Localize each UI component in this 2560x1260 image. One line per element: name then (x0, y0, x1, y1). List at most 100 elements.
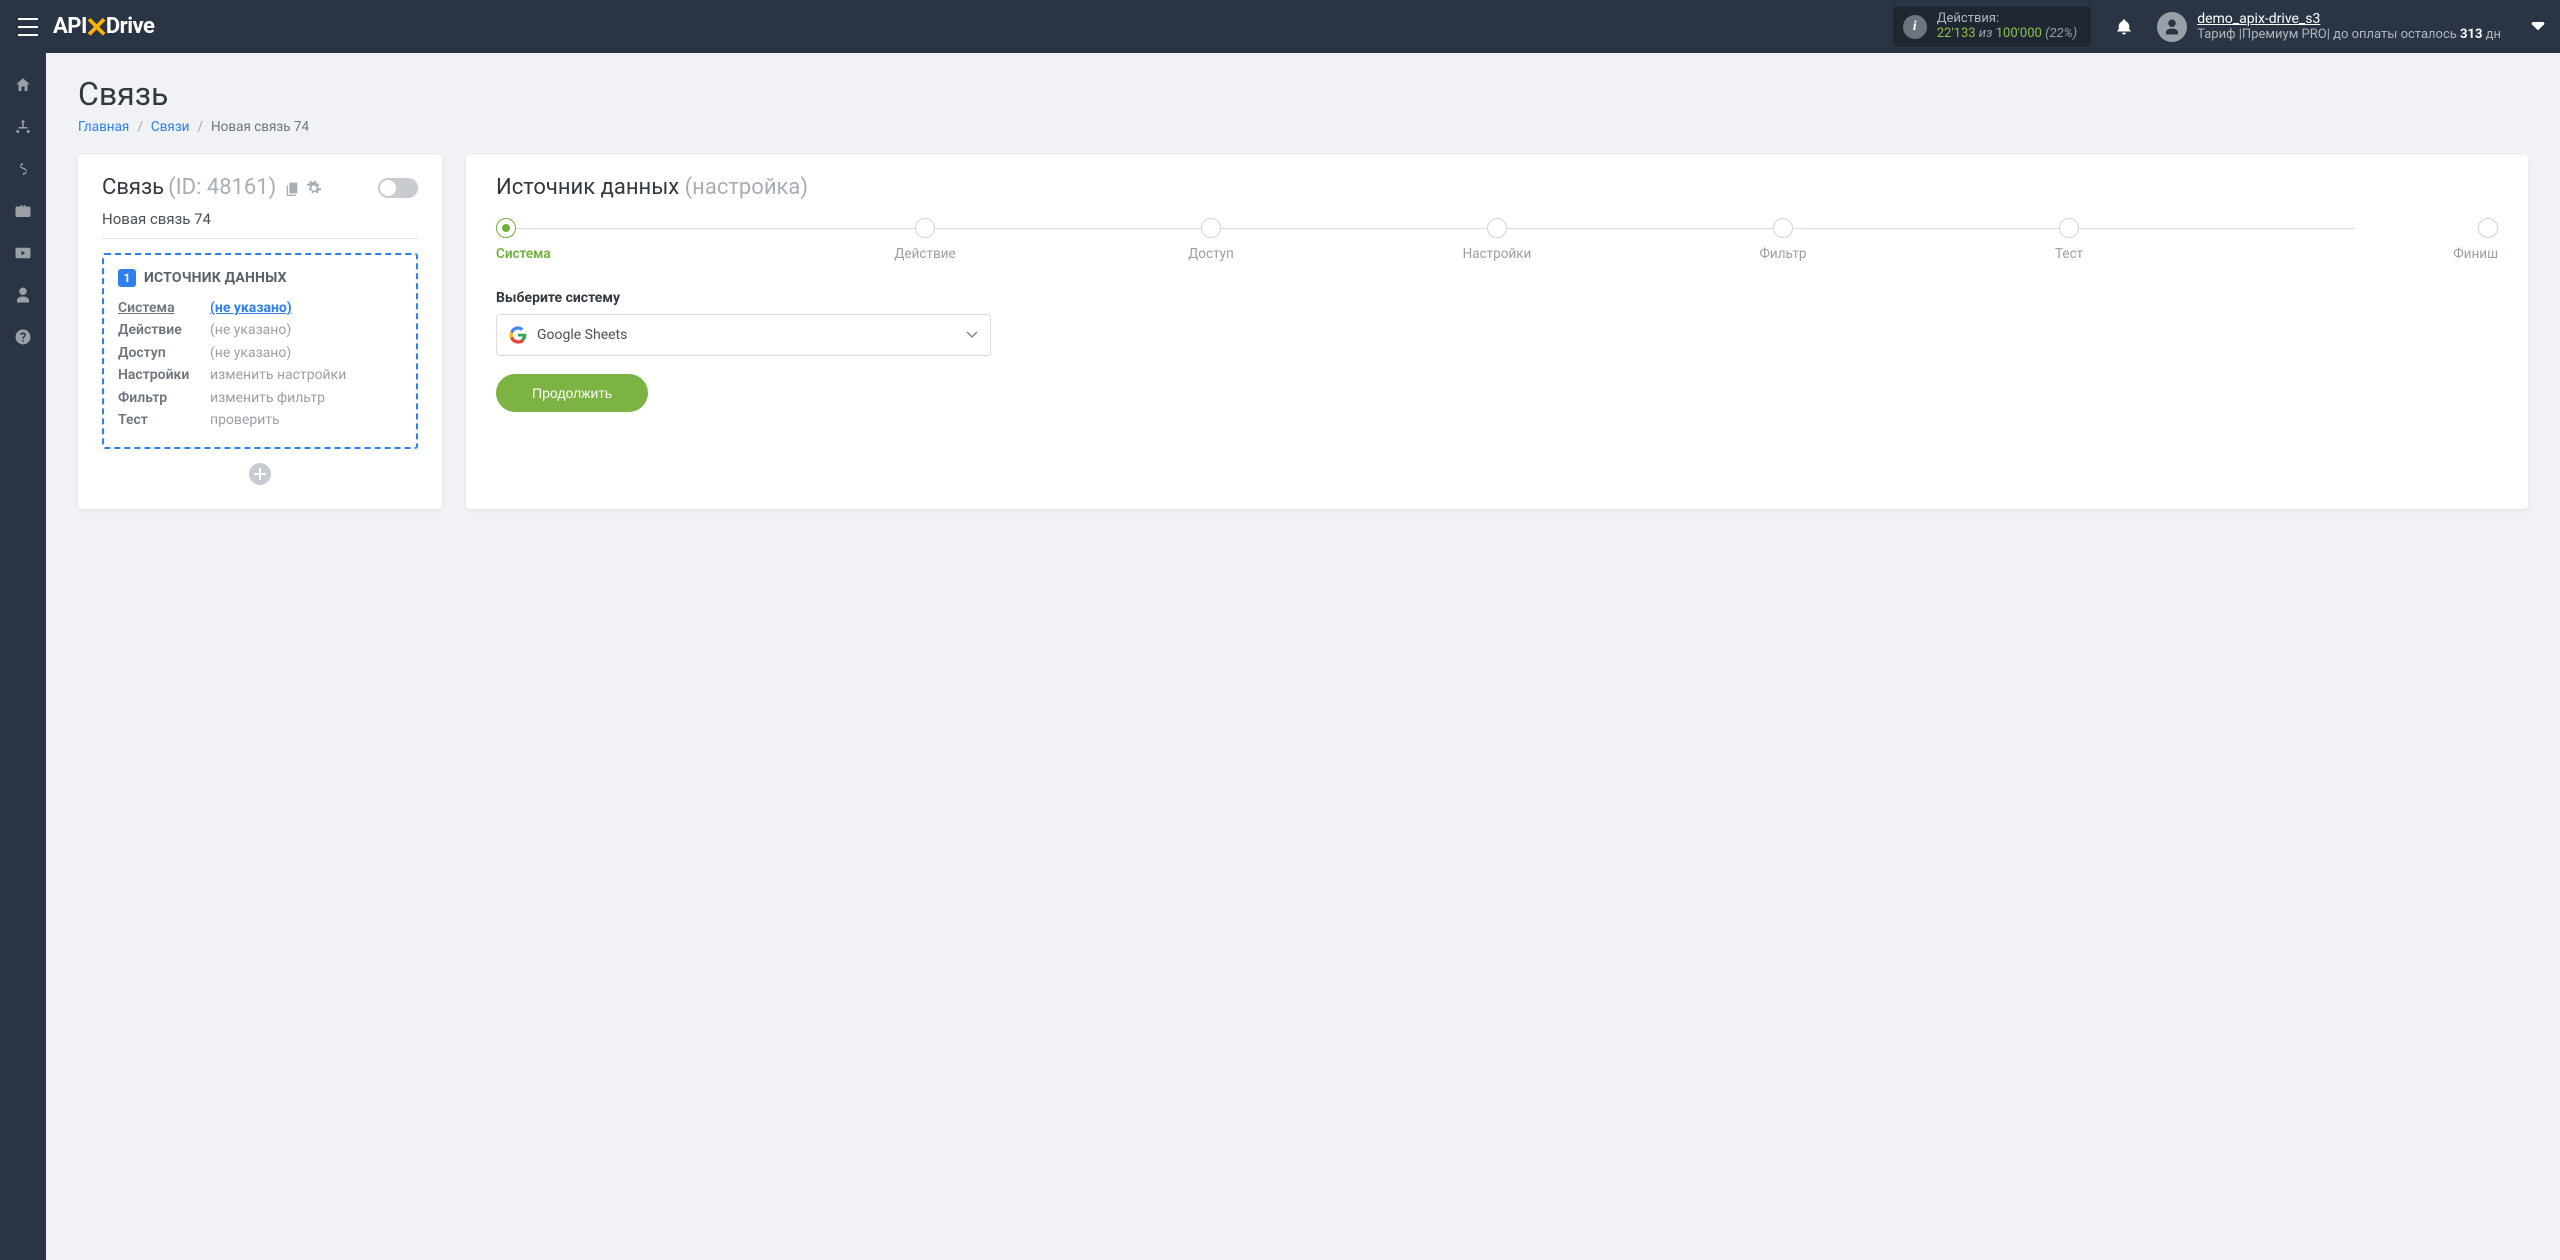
add-destination-button[interactable] (249, 463, 271, 485)
step-label: Действие (894, 246, 955, 262)
source-prop-row[interactable]: Настройкиизменить настройки (118, 364, 402, 386)
user-icon (2163, 18, 2181, 36)
main-row: Связь (ID: 48161) Новая связь 74 1 ИСТОЧ… (78, 155, 2528, 509)
continue-button[interactable]: Продолжить (496, 374, 648, 412)
step-dot (2059, 218, 2079, 238)
prop-value: (не указано) (210, 342, 291, 364)
user-name: demo_apix-drive_s3 (2197, 11, 2501, 27)
config-title-main: Источник данных (496, 175, 685, 200)
google-sheets-icon (509, 326, 527, 344)
actions-percent: (22%) (2045, 26, 2077, 41)
breadcrumb-sep: / (197, 119, 203, 135)
user-meta: demo_apix-drive_s3 Тариф |Премиум PRO| д… (2197, 11, 2501, 42)
step-0[interactable]: Система (496, 218, 782, 262)
logo-suffix: Drive (106, 14, 155, 39)
actions-total: 100'000 (1996, 26, 2042, 41)
step-label: Финиш (2453, 246, 2498, 262)
copy-icon[interactable] (284, 180, 300, 196)
actions-text: Действия: 22'133 из 100'000 (22%) (1937, 12, 2077, 41)
breadcrumb-home[interactable]: Главная (78, 119, 129, 135)
prop-key: Фильтр (118, 387, 196, 409)
menu-icon (18, 18, 38, 36)
page-title: Связь (78, 75, 2528, 113)
prop-key: Настройки (118, 364, 196, 386)
source-prop-row[interactable]: Доступ (не указано) (118, 342, 402, 364)
enable-toggle[interactable] (378, 178, 418, 198)
help-icon (14, 328, 32, 346)
config-card: Источник данных (настройка) Система Дейст… (466, 155, 2528, 509)
step-dot (1201, 218, 1221, 238)
connection-id: (ID: 48161) (168, 175, 276, 200)
breadcrumb-connections[interactable]: Связи (151, 119, 190, 135)
sidebar (0, 53, 46, 1260)
notifications-button[interactable] (2113, 16, 2135, 38)
step-label: Доступ (1188, 246, 1234, 262)
sidebar-item-connections[interactable] (0, 107, 46, 147)
topbar: API ✕ Drive i Действия: 22'133 из 100'00… (0, 0, 2560, 53)
connection-card: Связь (ID: 48161) Новая связь 74 1 ИСТОЧ… (78, 155, 442, 509)
step-4[interactable]: Фильтр (1640, 218, 1926, 262)
info-icon: i (1903, 15, 1927, 39)
video-icon (14, 244, 32, 262)
step-6[interactable]: Финиш (2212, 218, 2498, 262)
prop-value: проверить (210, 409, 280, 431)
connection-header: Связь (ID: 48161) (102, 175, 418, 200)
system-field-label: Выберите систему (496, 290, 2498, 306)
step-2[interactable]: Доступ (1068, 218, 1354, 262)
dollar-icon (14, 160, 32, 178)
user-tariff: Тариф |Премиум PRO| до оплаты осталось 3… (2197, 27, 2501, 42)
connection-name: Новая связь 74 (102, 210, 418, 239)
menu-toggle-button[interactable] (15, 14, 41, 40)
connection-title: Связь (102, 175, 164, 200)
sidebar-item-help[interactable] (0, 317, 46, 357)
user-menu[interactable]: demo_apix-drive_s3 Тариф |Премиум PRO| д… (2157, 11, 2501, 42)
step-1[interactable]: Действие (782, 218, 1068, 262)
prop-key: Доступ (118, 342, 196, 364)
prop-value: изменить фильтр (210, 387, 325, 409)
step-label: Тест (2055, 246, 2083, 262)
step-5[interactable]: Тест (1926, 218, 2212, 262)
step-3[interactable]: Настройки (1354, 218, 1640, 262)
logo-prefix: API (53, 14, 87, 39)
sidebar-item-account[interactable] (0, 275, 46, 315)
step-label: Фильтр (1760, 246, 1807, 262)
actions-of: из (1979, 26, 1993, 41)
system-select[interactable]: Google Sheets (496, 314, 991, 356)
tariff-prefix: Тариф |Премиум PRO| до оплаты осталось (2197, 27, 2460, 42)
prop-value: (не указано) (210, 319, 291, 341)
actions-counter[interactable]: i Действия: 22'133 из 100'000 (22%) (1893, 6, 2091, 47)
prop-value: (не указано) (210, 297, 292, 319)
prop-key: Действие (118, 319, 196, 341)
logo[interactable]: API ✕ Drive (53, 10, 154, 43)
avatar (2157, 12, 2187, 42)
logo-x: ✕ (85, 11, 108, 44)
config-title-sub: (настройка) (685, 175, 808, 200)
sidebar-item-tools[interactable] (0, 191, 46, 231)
tariff-suffix: дн (2482, 27, 2501, 42)
source-prop-row[interactable]: Тест проверить (118, 409, 402, 431)
chevron-down-icon (2531, 21, 2545, 31)
step-dot (496, 218, 516, 238)
sidebar-item-home[interactable] (0, 65, 46, 105)
briefcase-icon (14, 202, 32, 220)
source-title: ИСТОЧНИК ДАННЫХ (144, 270, 287, 286)
step-indicator: Система Действие Доступ Настройки Фильтр Тест… (496, 218, 2498, 262)
gear-icon[interactable] (306, 180, 322, 196)
source-prop-row[interactable]: Фильтр изменить фильтр (118, 387, 402, 409)
breadcrumb-sep: / (137, 119, 143, 135)
actions-label: Действия: (1937, 12, 2077, 26)
source-box: 1 ИСТОЧНИК ДАННЫХ Система(не указано)Дей… (102, 253, 418, 449)
user-menu-chevron[interactable] (2513, 19, 2545, 35)
source-prop-row[interactable]: Система(не указано) (118, 297, 402, 319)
sidebar-item-video[interactable] (0, 233, 46, 273)
system-select-value: Google Sheets (537, 327, 627, 343)
sidebar-item-billing[interactable] (0, 149, 46, 189)
prop-key: Тест (118, 409, 196, 431)
source-props: Система(не указано)Действие(не указано)Д… (118, 297, 402, 431)
step-label: Настройки (1463, 246, 1532, 262)
source-prop-row[interactable]: Действие (не указано) (118, 319, 402, 341)
home-icon (14, 76, 32, 94)
step-dot (2478, 218, 2498, 238)
bell-icon (2115, 18, 2133, 36)
connection-header-icons (284, 180, 322, 196)
